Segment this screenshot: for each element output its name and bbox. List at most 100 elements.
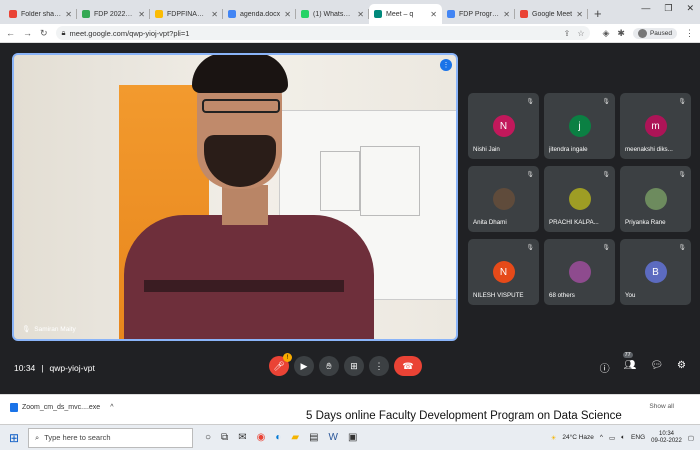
more-options-button[interactable]: ⋮ — [369, 356, 389, 376]
tab-close-icon[interactable]: ✕ — [357, 10, 364, 19]
edge-icon[interactable]: ◐ — [275, 432, 281, 443]
avatar: N — [492, 115, 515, 137]
menu-icon[interactable]: ⋮ — [685, 28, 694, 39]
browser-tab[interactable]: FDP 2022 - G ✕ — [77, 4, 150, 24]
chrome-icon[interactable]: ◉ — [257, 432, 266, 443]
chevron-up-icon[interactable]: ^ — [110, 404, 113, 411]
participant-tile[interactable]: 🎙︎ PRACHI KALPA... — [544, 166, 615, 232]
participant-name: NILESH VISPUTE — [473, 292, 524, 299]
chat-icon[interactable]: 💬︎ — [650, 360, 663, 375]
notification-icon[interactable]: ▢ — [688, 434, 694, 442]
avatar: j — [568, 115, 591, 137]
weather-icon: ☀ — [550, 434, 557, 442]
weather-text[interactable]: 24°C Haze — [562, 434, 594, 441]
browser-tab[interactable]: FDPFINAL Bri ✕ — [150, 4, 223, 24]
show-all-button[interactable]: Show all — [649, 403, 674, 410]
browser-tab[interactable]: Meet – q ✕ — [369, 4, 442, 24]
participant-name: meenakshi diks... — [625, 146, 673, 153]
language-indicator[interactable]: ENG — [631, 434, 645, 441]
browser-tab[interactable]: Folder shared ✕ — [4, 4, 77, 24]
tray-chevron-icon[interactable]: ^ — [600, 434, 603, 441]
tab-close-icon[interactable]: ✕ — [284, 10, 291, 19]
mic-muted-icon: 🎙︎ — [602, 245, 610, 251]
minimize-icon[interactable]: — — [641, 3, 650, 14]
main-speaker-video[interactable]: 🎙︎ Samiran Maity ⋮ — [12, 53, 458, 341]
participant-tile[interactable]: 🎙︎ B You — [620, 239, 691, 305]
url-bar[interactable]: 🔒︎ meet.google.com/qwp-yioj-vpt?pli=1 ⇪ … — [55, 26, 591, 40]
meet-window: 🎙︎ Samiran Maity ⋮ 🎙︎ N Nishi Jain 🎙︎ j jiten… — [0, 43, 700, 394]
task-view-icon[interactable]: ⧉ — [221, 432, 228, 443]
file-explorer-icon[interactable]: ▰ — [291, 432, 299, 443]
participant-tile[interactable]: 🎙︎ 68 others — [544, 239, 615, 305]
browser-tab-strip: Folder shared ✕ FDP 2022 - G ✕ FDPFINAL Bri ✕… — [0, 0, 700, 24]
windows-start-icon[interactable]: ⊞ — [0, 431, 28, 445]
people-icon[interactable]: 👥︎ 77 — [622, 352, 636, 375]
tab-close-icon[interactable]: ✕ — [138, 10, 145, 19]
back-icon[interactable]: ← — [6, 28, 15, 38]
present-button[interactable]: ⊞ — [344, 356, 364, 376]
tab-close-icon[interactable]: ✕ — [211, 10, 218, 19]
participant-tile[interactable]: 🎙︎ m meenakshi diks... — [620, 93, 691, 159]
browser-tab[interactable]: (1) WhatsApp ✕ — [296, 4, 369, 24]
download-item[interactable]: Zoom_cm_ds_mvc....exe ^ — [10, 403, 114, 412]
app-icon-2[interactable]: ▣ — [348, 432, 357, 443]
participant-tile[interactable]: 🎙︎ Priyanka Rane — [620, 166, 691, 232]
word-icon[interactable]: W — [329, 432, 338, 443]
taskbar-search[interactable]: ⌕ Type here to search — [28, 427, 193, 448]
reload-icon[interactable]: ↻ — [40, 28, 48, 39]
window-controls: — ❐ ✕ — [641, 3, 694, 14]
star-icon[interactable]: ☆ — [577, 29, 584, 38]
participant-name: PRACHI KALPA... — [549, 219, 599, 226]
tab-close-icon[interactable]: ✕ — [65, 10, 72, 19]
network-icon[interactable]: ▭ — [609, 434, 615, 442]
mail-icon[interactable]: ✉ — [238, 432, 246, 443]
extension-icon[interactable]: ◈ — [602, 28, 609, 39]
activities-icon[interactable]: ⚙︎ — [677, 360, 686, 375]
profile-button[interactable]: Paused — [632, 27, 677, 39]
participant-tile[interactable]: 🎙︎ N Nishi Jain — [468, 93, 539, 159]
new-tab-button[interactable]: + — [588, 4, 608, 24]
taskbar-apps: ○ ⧉ ✉ ◉ ◐ ▰ ▤ W ▣ — [205, 432, 357, 443]
lock-icon: 🔒︎ — [61, 28, 66, 37]
tab-favicon-icon — [447, 10, 455, 18]
clock[interactable]: 10:34 09-02-2022 — [651, 431, 682, 445]
tab-title: Google Meet — [532, 10, 573, 18]
close-icon[interactable]: ✕ — [686, 3, 694, 14]
participant-tile[interactable]: 🎙︎ N NILESH VISPUTE — [468, 239, 539, 305]
tab-close-icon[interactable]: ✕ — [576, 10, 583, 19]
taskbar-search-placeholder: Type here to search — [44, 433, 111, 442]
tab-favicon-icon — [228, 10, 236, 18]
speaking-indicator-icon: ⋮ — [440, 59, 452, 71]
participant-name: Anita Dhami — [473, 219, 507, 226]
forward-icon[interactable]: → — [23, 28, 32, 38]
url-text[interactable]: meet.google.com/qwp-yioj-vpt?pli=1 — [70, 29, 190, 38]
app-icon[interactable]: ▤ — [309, 432, 318, 443]
participant-tile[interactable]: 🎙︎ j jitendra ingale — [544, 93, 615, 159]
cortana-icon[interactable]: ○ — [205, 432, 211, 443]
raise-hand-button[interactable]: ✋︎ — [319, 356, 339, 376]
address-bar: ← → ↻ 🔒︎ meet.google.com/qwp-yioj-vpt?pl… — [0, 24, 700, 43]
mic-off-button[interactable]: 🎤︎! — [269, 353, 292, 376]
browser-tab[interactable]: Google Meet ✕ — [515, 4, 588, 24]
participant-tile[interactable]: 🎙︎ Anita Dhami — [468, 166, 539, 232]
tab-close-icon[interactable]: ✕ — [503, 10, 510, 19]
maximize-icon[interactable]: ❐ — [664, 3, 672, 14]
volume-icon[interactable]: 🔈︎ — [621, 434, 625, 442]
browser-tab[interactable]: FDP Program ✕ — [442, 4, 515, 24]
video-caption-overlay: 5 Days online Faculty Development Progra… — [306, 410, 622, 422]
call-controls: 🎤︎! ▶ ✋︎ ⊞ ⋮ ☎︎ — [269, 353, 422, 376]
puzzle-icon[interactable]: ✱ — [617, 28, 625, 39]
avatar — [637, 28, 647, 38]
info-icon[interactable]: ⓘ — [600, 360, 610, 375]
share-icon[interactable]: ⇪ — [564, 29, 571, 38]
meeting-info: 10:34 | qwp-yioj-vpt — [14, 363, 95, 373]
camera-button[interactable]: ▶ — [294, 356, 314, 376]
tab-title: FDP Program — [459, 10, 500, 18]
participant-name: Priyanka Rane — [625, 219, 666, 226]
tab-close-icon[interactable]: ✕ — [430, 10, 437, 19]
mic-muted-icon: 🎙︎ — [526, 172, 534, 178]
browser-tab[interactable]: agenda.docx ✕ — [223, 4, 296, 24]
warning-badge: ! — [283, 353, 292, 362]
leave-call-button[interactable]: ☎︎ — [394, 356, 422, 376]
mic-muted-icon: 🎙︎ — [602, 99, 610, 105]
